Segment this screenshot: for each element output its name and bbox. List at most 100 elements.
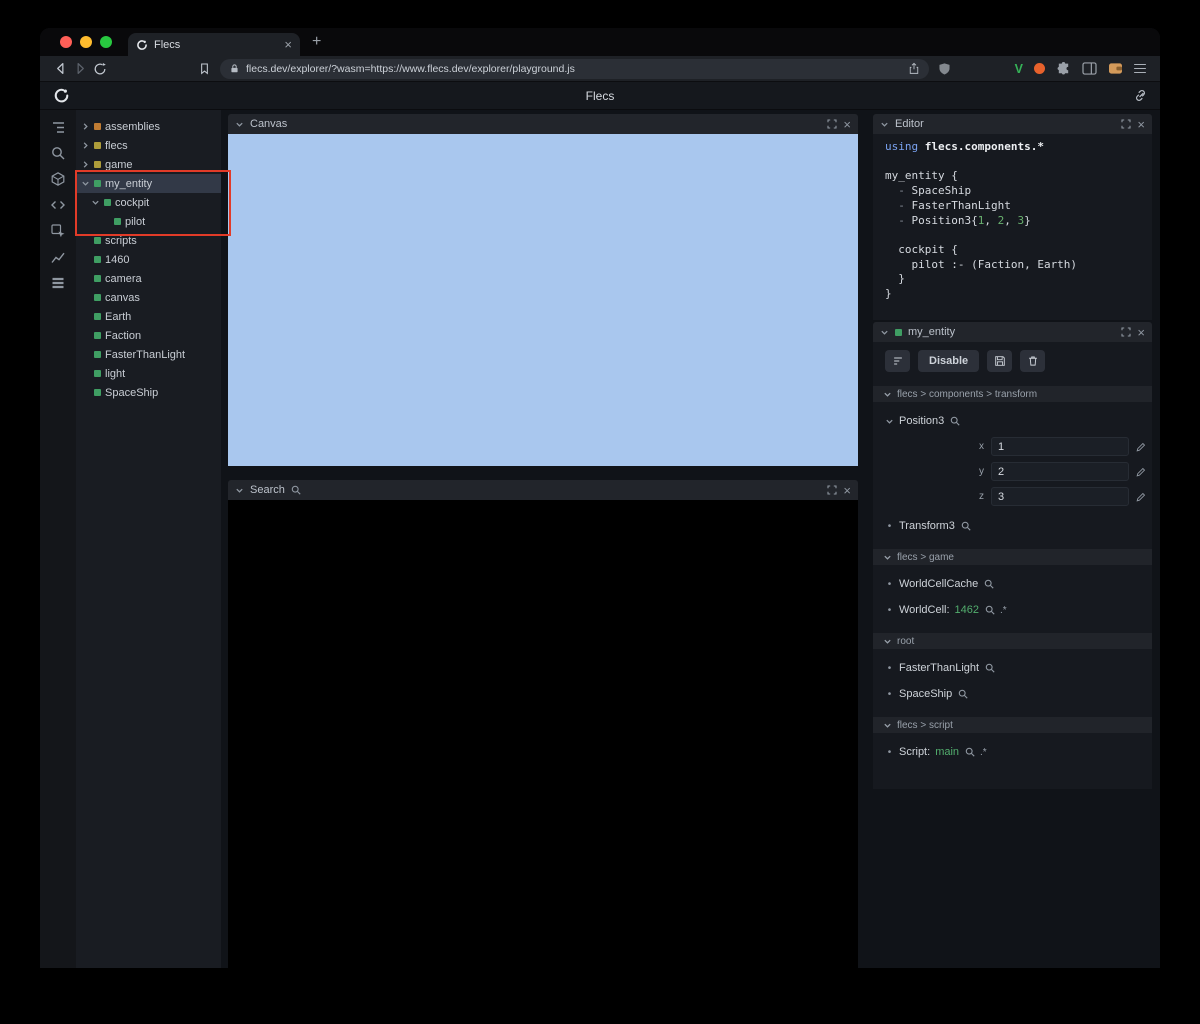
save-button[interactable] [987, 350, 1013, 372]
edit-pencil-icon[interactable] [1136, 467, 1146, 477]
search-icon[interactable] [985, 605, 995, 615]
extensions-puzzle-icon[interactable] [1056, 61, 1071, 76]
tree-view-icon[interactable] [47, 118, 69, 136]
component-row-script[interactable]: • Script: main .* [873, 739, 1152, 765]
close-icon[interactable]: × [1137, 326, 1145, 339]
close-icon[interactable]: × [1137, 118, 1145, 131]
search-icon[interactable] [950, 416, 960, 426]
tree-item-scripts[interactable]: scripts [76, 231, 221, 250]
component-row-position3[interactable]: Position3 [873, 408, 1152, 434]
position3-z-input[interactable]: 3 [991, 487, 1129, 506]
sidebar-toggle-icon[interactable] [1082, 62, 1097, 75]
zoom-window-button[interactable] [100, 36, 112, 48]
share-icon[interactable] [908, 62, 920, 75]
chevron-down-icon[interactable] [81, 179, 90, 188]
inspector-section-header[interactable]: flecs > game [873, 549, 1152, 565]
tree-item-label: scripts [105, 234, 137, 247]
chevron-down-icon[interactable] [880, 120, 889, 129]
expand-icon[interactable] [1121, 119, 1131, 129]
table-icon[interactable] [47, 274, 69, 292]
canvas-panel-header: Canvas × [228, 114, 858, 134]
tree-item-canvas[interactable]: canvas [76, 288, 221, 307]
tree-item-my_entity[interactable]: my_entity [76, 174, 221, 193]
menu-icon[interactable] [1134, 63, 1146, 74]
filter-button[interactable] [885, 350, 910, 372]
brave-shield-icon[interactable] [935, 60, 955, 78]
forward-icon[interactable] [70, 60, 90, 78]
tree-item-pilot[interactable]: pilot [76, 212, 221, 231]
chevron-down-icon[interactable] [235, 486, 244, 495]
chevron-down-icon[interactable] [880, 328, 889, 337]
search-icon[interactable] [47, 144, 69, 162]
delete-button[interactable] [1020, 350, 1046, 372]
edit-pencil-icon[interactable] [1136, 442, 1146, 452]
chevron-right-icon[interactable] [81, 141, 90, 150]
inspector-section-header[interactable]: flecs > components > transform [873, 386, 1152, 402]
code-icon[interactable] [47, 196, 69, 214]
reload-icon[interactable] [90, 60, 110, 78]
editor-code[interactable]: using flecs.components.* my_entity { - S… [873, 134, 1152, 320]
v-extension-icon[interactable]: V [1015, 62, 1023, 76]
position3-y-input[interactable]: 2 [991, 462, 1129, 481]
tree-item-1460[interactable]: 1460 [76, 250, 221, 269]
search-icon[interactable] [961, 521, 971, 531]
component-row-worldcellcache[interactable]: • WorldCellCache [873, 571, 1152, 597]
panel-gap [228, 466, 858, 480]
tree-item-Faction[interactable]: Faction [76, 326, 221, 345]
inspect-icon[interactable] [47, 222, 69, 240]
tree-item-SpaceShip[interactable]: SpaceShip [76, 383, 221, 402]
expand-icon[interactable] [827, 485, 837, 495]
tab-close-icon[interactable]: × [284, 38, 292, 51]
tree-item-light[interactable]: light [76, 364, 221, 383]
code-line: - FasterThanLight [885, 198, 1011, 212]
search-icon[interactable] [965, 747, 975, 757]
close-icon[interactable]: × [843, 118, 851, 131]
tree-item-Earth[interactable]: Earth [76, 307, 221, 326]
search-results-area[interactable] [228, 500, 858, 968]
inspector-section-header[interactable]: root [873, 633, 1152, 649]
minimize-window-button[interactable] [80, 36, 92, 48]
back-icon[interactable] [50, 60, 70, 78]
share-link-icon[interactable] [1133, 88, 1148, 103]
component-row-fasterthanlight[interactable]: • FasterThanLight [873, 655, 1152, 681]
component-row-transform3[interactable]: • Transform3 [873, 513, 1152, 539]
tree-item-assemblies[interactable]: assemblies [76, 117, 221, 136]
search-panel-header: Search × [228, 480, 858, 500]
expand-icon[interactable] [1121, 327, 1131, 337]
component-row-spaceship[interactable]: • SpaceShip [873, 681, 1152, 707]
chevron-right-icon[interactable] [81, 122, 90, 131]
tree-item-cockpit[interactable]: cockpit [76, 193, 221, 212]
tree-item-label: assemblies [105, 120, 161, 133]
bookmark-icon[interactable] [194, 60, 214, 78]
wallet-icon[interactable] [1108, 62, 1123, 75]
code-line: } [885, 272, 905, 286]
chevron-down-icon[interactable] [91, 198, 100, 207]
search-icon[interactable] [985, 663, 995, 673]
chevron-right-icon[interactable] [81, 160, 90, 169]
edit-pencil-icon[interactable] [1136, 492, 1146, 502]
stats-icon[interactable] [47, 248, 69, 266]
search-icon[interactable] [958, 689, 968, 699]
position3-x-input[interactable]: 1 [991, 437, 1129, 456]
entity-color-icon [114, 218, 121, 225]
tree-item-game[interactable]: game [76, 155, 221, 174]
tree-item-camera[interactable]: camera [76, 269, 221, 288]
close-window-button[interactable] [60, 36, 72, 48]
browser-tab[interactable]: Flecs × [128, 33, 300, 56]
orange-extension-icon[interactable] [1034, 63, 1045, 74]
package-icon[interactable] [47, 170, 69, 188]
inspector-section-header[interactable]: flecs > script [873, 717, 1152, 733]
render-canvas[interactable] [228, 134, 858, 466]
new-tab-button[interactable]: + [312, 34, 321, 50]
tree-item-FasterThanLight[interactable]: FasterThanLight [76, 345, 221, 364]
tree-item-flecs[interactable]: flecs [76, 136, 221, 155]
disable-button[interactable]: Disable [918, 350, 980, 372]
chevron-down-icon[interactable] [235, 120, 244, 129]
left-icon-rail [40, 110, 76, 968]
component-row-worldcell[interactable]: • WorldCell: 1462 .* [873, 597, 1152, 623]
search-icon[interactable] [984, 579, 994, 589]
close-icon[interactable]: × [843, 484, 851, 497]
expand-icon[interactable] [827, 119, 837, 129]
address-bar[interactable]: flecs.dev/explorer/?wasm=https://www.fle… [220, 58, 929, 79]
